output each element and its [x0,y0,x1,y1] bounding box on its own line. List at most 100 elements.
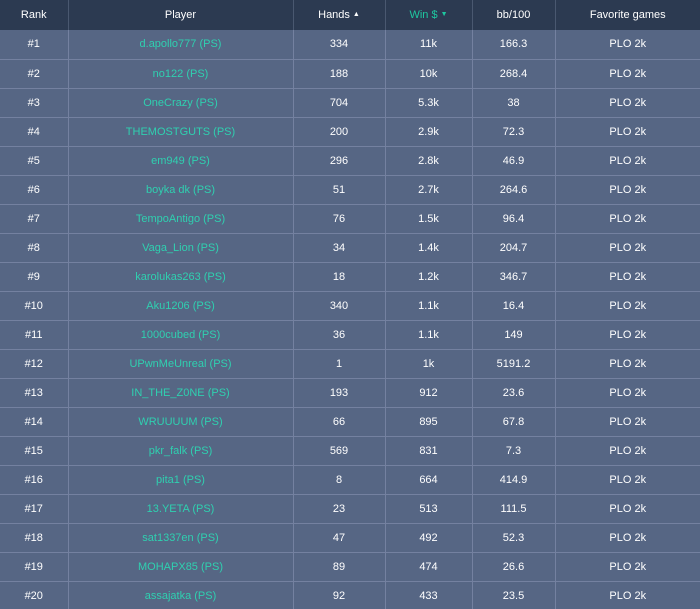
win-cell: 912 [385,378,473,407]
rank-cell: #17 [0,494,69,523]
hands-cell: 34 [293,233,386,262]
player-link[interactable]: Vaga_Lion (PS) [142,242,219,254]
hands-cell: 569 [293,436,386,465]
favorite-game-cell: PLO 2k [609,415,647,428]
player-link[interactable]: pita1 (PS) [156,474,205,486]
favorite-game-cell: PLO 2k [609,299,647,312]
rank-cell: #9 [0,262,69,291]
favorite-games-header-label: Favorite games [589,9,666,21]
player-cell: em949 (PS) [68,146,294,175]
table-body: #1 d.apollo777 (PS) 334 11k 166.3 PLO 2k #2 no1… [0,30,700,609]
rank-cell: #14 [0,407,69,436]
hands-cell: 193 [293,378,386,407]
hands-cell: 334 [293,30,386,59]
player-cell: karolukas263 (PS) [68,262,294,291]
player-link[interactable]: WRUUUUM (PS) [138,416,222,428]
player-link[interactable]: em949 (PS) [151,155,210,167]
win-cell: 2.8k [385,146,473,175]
favorite-game-cell: PLO 2k [609,444,647,457]
rank-cell: #16 [0,465,69,494]
favorite-game-cell: PLO 2k [609,386,647,399]
player-link[interactable]: OneCrazy (PS) [143,97,218,109]
player-link[interactable]: MOHAPX85 (PS) [138,561,223,573]
hands-column-header[interactable]: Hands ▲ [293,0,386,30]
player-link[interactable]: pkr_falk (PS) [149,445,213,457]
win-cell: 1.4k [385,233,473,262]
win-cell: 11k [385,30,473,59]
favorite-game-cell: PLO 2k [609,183,647,196]
table-row: #4 THEMOSTGUTS (PS) 200 2.9k 72.3 PLO 2k [0,117,700,146]
favorite-game-cell: PLO 2k [609,67,647,80]
favorite-game-cell: PLO 2k [609,560,647,573]
player-link[interactable]: Aku1206 (PS) [146,300,214,312]
rank-cell: #7 [0,204,69,233]
rank-cell: #18 [0,523,69,552]
player-link[interactable]: d.apollo777 (PS) [140,38,222,50]
favorite-game-cell: PLO 2k [609,270,647,283]
win-cell: 895 [385,407,473,436]
bb100-column-header: bb/100 [472,0,556,30]
player-link[interactable]: TempoAntigo (PS) [136,213,225,225]
bb100-cell: 96.4 [472,204,556,233]
rank-cell: #1 [0,30,69,59]
favorite-game-cell: PLO 2k [609,473,647,486]
favorite-game-cell: PLO 2k [609,38,647,51]
bb100-cell: 26.6 [472,552,556,581]
favorite-game-cell: PLO 2k [609,241,647,254]
rank-cell: #6 [0,175,69,204]
player-column-header: Player [68,0,294,30]
rank-cell: #4 [0,117,69,146]
hands-header-label: Hands [318,9,350,21]
player-link[interactable]: no122 (PS) [153,68,209,80]
player-cell: sat1337en (PS) [68,523,294,552]
player-link[interactable]: boyka dk (PS) [146,184,215,196]
hands-cell: 1 [293,349,386,378]
player-link[interactable]: 13.YETA (PS) [147,503,215,515]
table-row: #20 assajatka (PS) 92 433 23.5 PLO 2k [0,581,700,609]
favorite-game-cell: PLO 2k [609,125,647,138]
player-link[interactable]: 1000cubed (PS) [141,329,221,341]
leaderboard-table: Rank Player Hands ▲ Win $ ▼ bb/100 Favorit… [0,0,700,609]
sort-up-icon[interactable]: ▲ [353,11,360,18]
player-cell: TempoAntigo (PS) [68,204,294,233]
win-column-header[interactable]: Win $ ▼ [385,0,473,30]
hands-cell: 18 [293,262,386,291]
rank-cell: #13 [0,378,69,407]
bb100-cell: 166.3 [472,30,556,59]
win-cell: 10k [385,59,473,88]
favorite-game-cell: PLO 2k [609,154,647,167]
win-cell: 474 [385,552,473,581]
favorite-game-cell: PLO 2k [609,328,647,341]
hands-cell: 200 [293,117,386,146]
rank-cell: #2 [0,59,69,88]
player-link[interactable]: assajatka (PS) [145,590,217,602]
player-cell: Aku1206 (PS) [68,291,294,320]
table-row: #18 sat1337en (PS) 47 492 52.3 PLO 2k [0,523,700,552]
hands-cell: 89 [293,552,386,581]
hands-cell: 23 [293,494,386,523]
player-link[interactable]: IN_THE_Z0NE (PS) [131,387,229,399]
player-cell: Vaga_Lion (PS) [68,233,294,262]
sort-down-icon[interactable]: ▼ [441,11,448,18]
player-cell: assajatka (PS) [68,581,294,609]
table-row: #8 Vaga_Lion (PS) 34 1.4k 204.7 PLO 2k [0,233,700,262]
player-cell: OneCrazy (PS) [68,88,294,117]
rank-cell: #19 [0,552,69,581]
table-row: #1 d.apollo777 (PS) 334 11k 166.3 PLO 2k [0,30,700,59]
hands-cell: 8 [293,465,386,494]
table-row: #9 karolukas263 (PS) 18 1.2k 346.7 PLO 2k [0,262,700,291]
hands-cell: 340 [293,291,386,320]
table-row: #16 pita1 (PS) 8 664 414.9 PLO 2k [0,465,700,494]
hands-cell: 76 [293,204,386,233]
table-row: #17 13.YETA (PS) 23 513 111.5 PLO 2k [0,494,700,523]
favorite-game-cell: PLO 2k [609,357,647,370]
win-cell: 513 [385,494,473,523]
player-link[interactable]: sat1337en (PS) [142,532,218,544]
player-link[interactable]: UPwnMeUnreal (PS) [129,358,231,370]
rank-cell: #15 [0,436,69,465]
bb100-cell: 5191.2 [472,349,556,378]
player-cell: no122 (PS) [68,59,294,88]
player-link[interactable]: karolukas263 (PS) [135,271,226,283]
player-link[interactable]: THEMOSTGUTS (PS) [126,126,235,138]
bb100-cell: 67.8 [472,407,556,436]
